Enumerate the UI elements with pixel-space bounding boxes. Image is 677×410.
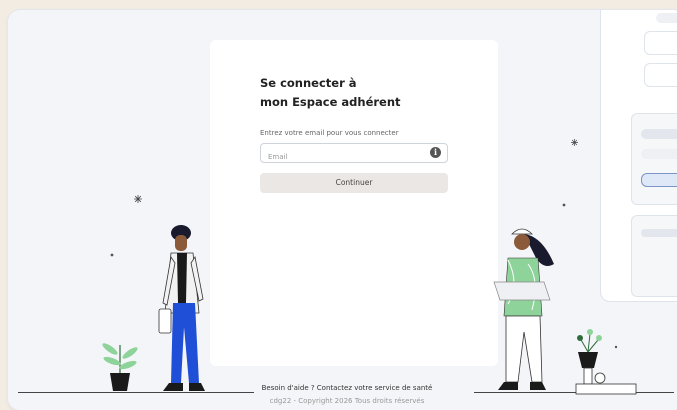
info-circle-icon[interactable]: i [430,147,441,158]
email-field-wrapper: i [260,143,448,165]
login-window: Se connecter à mon Espace adhérent Entre… [8,10,677,410]
login-card: Se connecter à mon Espace adhérent Entre… [210,40,498,366]
dot-decoration [110,253,114,257]
sparkle-icon [571,139,578,146]
dot-decoration [562,203,566,207]
plant-illustration-right [575,329,637,395]
title-line-1: Se connecter à [260,76,357,90]
title-line-2: mon Espace adhérent [260,95,401,109]
woman-illustration [493,228,554,390]
plant-illustration-left [102,343,138,391]
footer: Besoin d'aide ? Contactez votre service … [252,382,442,408]
page-title: Se connecter à mon Espace adhérent [260,74,480,112]
email-label: Entrez votre email pour vous connecter [260,129,399,137]
help-text: Besoin d'aide ? Contactez votre service … [261,384,433,392]
sparkle-icon [134,195,142,203]
copyright-text: cdg22 - Copyright 2026 Tous droits réser… [269,397,425,405]
man-illustration [158,225,205,391]
background-panel-decoration [600,10,677,302]
continue-button[interactable]: Continuer [260,173,448,193]
email-field[interactable] [261,149,418,165]
